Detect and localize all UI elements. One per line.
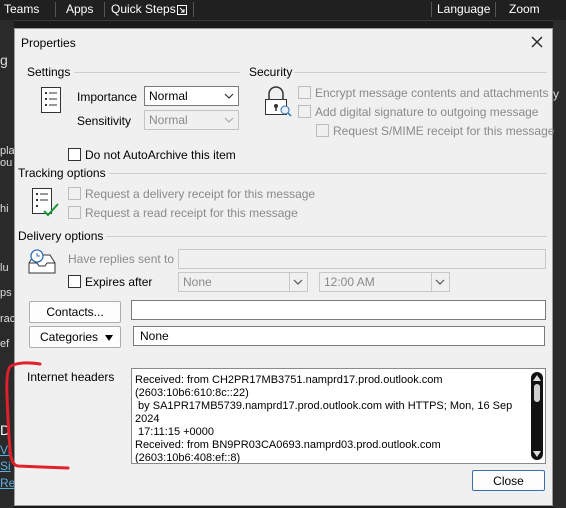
background-text: pla [0, 145, 15, 157]
ribbon-separator [431, 2, 432, 17]
security-group-label: Security [249, 65, 293, 79]
group-divider [74, 72, 240, 73]
lock-icon [262, 86, 292, 118]
dialog-launcher-icon[interactable] [177, 4, 187, 15]
header-line: by SA1PR17MB5739.namprd17.prod.outlook.c… [135, 400, 513, 412]
expires-date-value: None [183, 275, 212, 289]
background-text: rac [0, 313, 16, 325]
expires-time-value: 12:00 AM [324, 275, 375, 289]
digital-signature-label: Add digital signature to outgoing messag… [315, 105, 539, 119]
tracking-checklist-icon [30, 187, 60, 219]
ribbon-tab-zoom[interactable]: Zoom [509, 2, 540, 16]
dialog-title: Properties [21, 36, 76, 50]
importance-select[interactable]: Normal [144, 86, 239, 106]
inbox-clock-icon [26, 249, 60, 277]
importance-value: Normal [149, 89, 188, 103]
close-icon[interactable] [525, 32, 549, 52]
categories-button-label: Categories [40, 330, 99, 344]
chevron-down-icon [224, 117, 234, 123]
group-divider [109, 173, 547, 174]
smime-label: Request S/MIME receipt for this message [333, 124, 555, 138]
ribbon-tab-language[interactable]: Language [437, 2, 490, 16]
background-text: ps [0, 287, 12, 299]
encrypt-checkbox [298, 86, 311, 99]
caret-down-icon [105, 335, 113, 341]
tracking-group-label: Tracking options [18, 166, 106, 180]
replies-input [178, 249, 546, 269]
expires-date-select: None [178, 272, 308, 292]
background-text: hi [0, 203, 9, 215]
chevron-down-icon [435, 279, 445, 285]
ribbon-separator [55, 2, 56, 17]
ribbon-separator [104, 2, 105, 17]
categories-button[interactable]: Categories [29, 326, 121, 348]
red-bracket-annotation [5, 361, 70, 470]
headers-text: Received: from CH2PR17MB3751.namprd17.pr… [135, 374, 513, 464]
group-divider [294, 72, 547, 73]
background-text: ou [0, 157, 13, 169]
sensitivity-select: Normal [144, 110, 239, 130]
delivery-receipt-label: Request a delivery receipt for this mess… [85, 187, 316, 201]
contacts-input[interactable] [131, 300, 546, 320]
header-line: 17:11:15 +0000 [135, 426, 215, 438]
autoarchive-checkbox[interactable] [68, 148, 81, 161]
sensitivity-label: Sensitivity [77, 114, 132, 128]
expires-checkbox[interactable] [68, 275, 81, 288]
chevron-down-icon [293, 279, 303, 285]
header-line: Received: from CH2PR17MB3751.namprd17.pr… [135, 374, 443, 386]
sensitivity-value: Normal [149, 113, 188, 127]
chevron-down-icon [224, 93, 234, 99]
ribbon-tab-quick-steps[interactable]: Quick Steps [111, 2, 176, 16]
settings-list-icon [38, 86, 64, 114]
background-text: y [553, 87, 559, 101]
expires-label: Expires after [85, 275, 153, 289]
digital-signature-checkbox [298, 105, 311, 118]
ribbon-tab-apps[interactable]: Apps [66, 2, 93, 16]
autoarchive-label: Do not AutoArchive this item [85, 148, 236, 162]
delivery-receipt-checkbox [68, 187, 81, 200]
contacts-button[interactable]: Contacts... [29, 301, 121, 323]
header-line: (2603:10b6:408:ef::8) [135, 452, 241, 464]
scrollbar[interactable] [531, 372, 543, 460]
encrypt-label: Encrypt message contents and attachments [315, 86, 549, 100]
close-button[interactable]: Close [472, 470, 545, 491]
ribbon-tab-teams[interactable]: Teams [4, 2, 39, 16]
ribbon-separator [193, 2, 194, 17]
header-line: 2024 [135, 413, 160, 425]
header-line: Received: from BN9PR03CA0693.namprd03.pr… [135, 439, 441, 451]
smime-checkbox [316, 124, 329, 137]
group-divider [106, 236, 547, 237]
categories-input[interactable]: None [133, 326, 545, 346]
expires-time-select: 12:00 AM [319, 272, 450, 292]
read-receipt-label: Request a read receipt for this message [85, 206, 298, 220]
ribbon-separator [495, 2, 496, 17]
header-line: (2603:10b6:610:8c::22) [135, 387, 249, 399]
background-text: lu [0, 262, 9, 274]
delivery-group-label: Delivery options [18, 229, 104, 243]
scroll-up-icon[interactable] [533, 375, 541, 381]
scroll-down-icon[interactable] [533, 451, 541, 457]
scrollbar-thumb[interactable] [534, 384, 540, 402]
importance-label: Importance [77, 90, 138, 104]
internet-headers-textbox[interactable]: Received: from CH2PR17MB3751.namprd17.pr… [131, 368, 546, 464]
background-text: ef [0, 338, 10, 350]
settings-group-label: Settings [27, 65, 71, 79]
background-text: g [0, 52, 8, 68]
read-receipt-checkbox [68, 206, 81, 219]
replies-label: Have replies sent to [68, 252, 175, 266]
